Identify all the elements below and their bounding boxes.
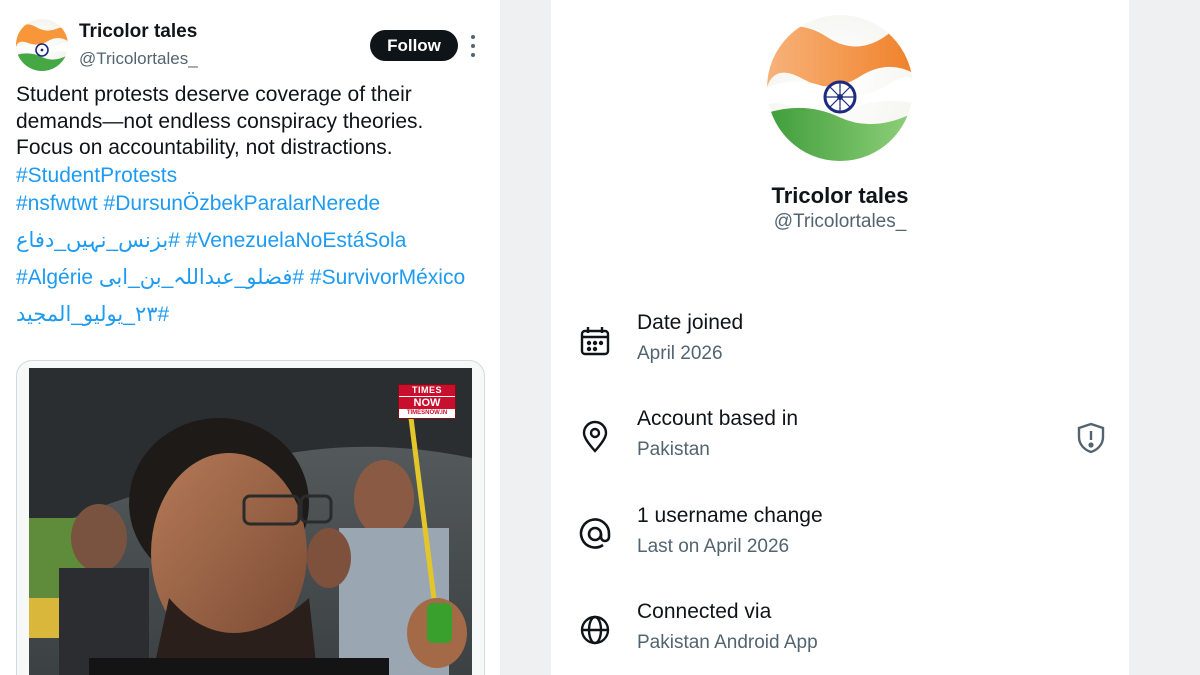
info-value: April 2026: [637, 343, 723, 364]
times-now-logo: TIMES NOW TIMESNOW.IN: [398, 384, 456, 419]
hashtag-link[interactable]: #بزنس_نہیں_دفاع: [16, 227, 180, 255]
location-pin-icon: [578, 420, 612, 454]
hashtag-link[interactable]: #DursunÖzbekParalarNerede: [104, 192, 381, 215]
more-options-icon[interactable]: [466, 35, 480, 57]
profile-handle: @Tricolortales_: [773, 211, 907, 232]
globe-icon: [578, 613, 612, 647]
hashtag-link[interactable]: #VenezuelaNoEstáSola: [186, 229, 407, 252]
about-account-panel: Tricolor tales @Tricolortales_ Date join…: [551, 0, 1129, 675]
info-row-account-based: Account based in Pakistan: [551, 406, 1129, 476]
info-label: 1 username change: [637, 504, 823, 527]
hashtag-link[interactable]: #Algérie: [16, 266, 93, 289]
author-name[interactable]: Tricolor tales: [79, 21, 197, 43]
tweet-card: Tricolor tales @Tricolortales_ Follow St…: [0, 0, 500, 675]
tweet-text-line: Student protests deserve coverage of the…: [16, 83, 412, 106]
info-value: Pakistan: [637, 439, 710, 460]
video-thumbnail[interactable]: TIMES NOW TIMESNOW.IN: [29, 368, 472, 675]
hashtag-link[interactable]: #SurvivorMéxico: [310, 266, 465, 289]
tweet-text: Student protests deserve coverage of the…: [16, 82, 486, 162]
hashtag-link[interactable]: #٢٣_يوليو_المجيد: [16, 301, 169, 329]
profile-name: Tricolor tales: [771, 183, 909, 208]
info-row-date-joined: Date joined April 2026: [551, 310, 1129, 380]
info-value: Pakistan Android App: [637, 632, 818, 653]
author-avatar[interactable]: [16, 19, 68, 71]
info-label: Connected via: [637, 600, 772, 623]
logo-text: TIMESNOW.IN: [399, 409, 455, 418]
shield-alert-icon[interactable]: [1075, 421, 1107, 455]
author-handle[interactable]: @Tricolortales_: [79, 49, 198, 69]
hashtag-link[interactable]: #StudentProtests: [16, 164, 177, 187]
hashtag-list: #StudentProtests #nsfwtwt #DursunÖzbekPa…: [16, 162, 486, 338]
calendar-icon: [578, 324, 612, 358]
hashtag-link[interactable]: #nsfwtwt: [16, 192, 98, 215]
media-card[interactable]: TIMES NOW TIMESNOW.IN: [16, 360, 485, 675]
tweet-text-line: demands—not endless conspiracy theories.: [16, 109, 424, 133]
info-label: Account based in: [637, 407, 799, 430]
profile-avatar: [767, 15, 913, 161]
at-sign-icon: [578, 517, 612, 551]
info-label: Date joined: [637, 311, 744, 334]
logo-text: TIMES: [399, 385, 455, 396]
info-value: Last on April 2026: [637, 536, 790, 557]
logo-text: NOW: [399, 396, 455, 409]
info-row-connected-via: Connected via Pakistan Android App: [551, 599, 1129, 669]
tweet-text-line: Focus on accountability, not distraction…: [16, 136, 393, 159]
follow-button[interactable]: Follow: [370, 30, 458, 61]
hashtag-link[interactable]: #فضلو_عبداللہ_بن_ابی: [99, 264, 304, 292]
info-row-username-change: 1 username change Last on April 2026: [551, 503, 1129, 573]
